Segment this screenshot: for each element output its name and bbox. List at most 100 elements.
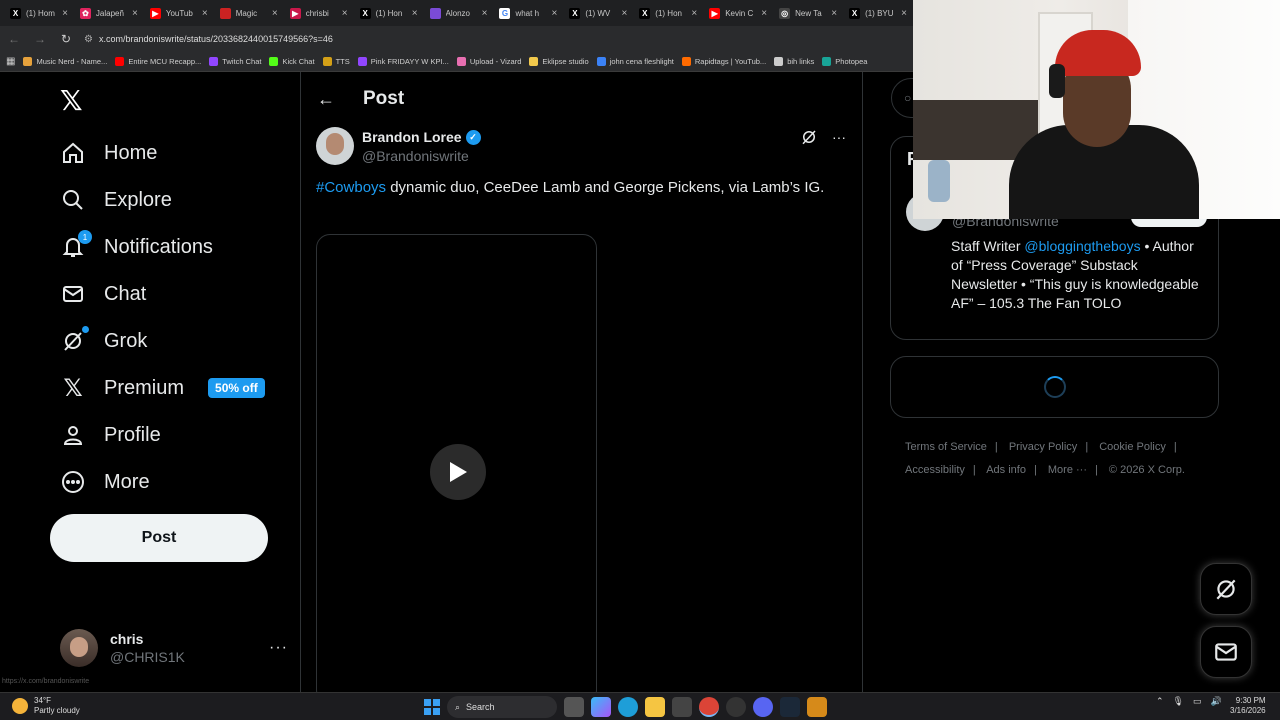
discord-icon[interactable] [753, 697, 773, 717]
back-arrow-icon[interactable]: ← [317, 89, 335, 110]
video-player[interactable] [316, 234, 597, 704]
browser-tab[interactable]: ▶ Kevin C × [703, 1, 773, 25]
browser-tab[interactable]: Magic × [214, 1, 284, 25]
bookmark-item[interactable]: john cena fleshlight [596, 57, 674, 66]
tab-close-icon[interactable]: × [691, 8, 697, 19]
bookmark-item[interactable]: TTS [322, 57, 350, 66]
bookmark-label: Music Nerd - Name... [36, 57, 108, 66]
browser-tab[interactable]: X (1) WV × [563, 1, 633, 25]
more-horizontal-icon[interactable]: ··· [269, 639, 288, 657]
bookmark-item[interactable]: Entire MCU Recapp... [115, 57, 201, 66]
windows-start-icon[interactable] [424, 699, 440, 715]
browser-tab[interactable]: Gwhat h × [493, 1, 563, 25]
url-field[interactable]: ⚙ x.com/brandoniswrite/status/2033682440… [84, 29, 913, 49]
tab-close-icon[interactable]: × [272, 8, 278, 19]
grok-fab-button[interactable] [1200, 563, 1252, 615]
site-info-icon[interactable]: ⚙ [84, 34, 93, 45]
bookmark-item[interactable]: Music Nerd - Name... [23, 57, 107, 66]
nav-item-home[interactable]: Home [60, 140, 157, 166]
nav-item-more[interactable]: More [60, 469, 150, 495]
grok-explain-icon[interactable] [800, 128, 818, 146]
nav-item-explore[interactable]: Explore [60, 187, 172, 213]
task-view-icon[interactable] [564, 697, 584, 717]
x-logo-icon[interactable]: 𝕏 [60, 86, 90, 116]
bio-mention-link[interactable]: @bloggingtheboys [1024, 238, 1140, 254]
post-button[interactable]: Post [50, 514, 268, 562]
tab-close-icon[interactable]: × [62, 8, 68, 19]
bookmark-label: Upload - Vizard [469, 57, 522, 66]
steam-icon[interactable] [780, 697, 800, 717]
browser-tab[interactable]: X (1) BYU × [843, 1, 913, 25]
footer-cookie-link[interactable]: Cookie Policy [1099, 441, 1166, 453]
browser-tab[interactable]: X (1) Hon × [354, 1, 424, 25]
bookmark-favicon-icon [322, 57, 332, 66]
file-explorer-icon[interactable] [645, 697, 665, 717]
nav-item-chat[interactable]: Chat [60, 281, 146, 307]
copilot-icon[interactable] [591, 697, 611, 717]
bookmark-item[interactable]: Eklipse studio [529, 57, 589, 66]
store-icon[interactable] [672, 697, 692, 717]
bookmark-item[interactable]: Rapidtags | YouTub... [681, 57, 766, 66]
weather-widget[interactable]: 34°F Partly cloudy [12, 696, 80, 716]
back-icon[interactable]: ← [6, 31, 22, 47]
footer-more-link[interactable]: More ··· [1048, 464, 1087, 476]
tab-close-icon[interactable]: × [901, 8, 907, 19]
notification-count-badge: 1 [78, 230, 92, 244]
browser-tab[interactable]: ▶ chrisbi × [284, 1, 354, 25]
bookmark-favicon-icon [357, 57, 367, 66]
bookmark-favicon-icon [456, 57, 466, 66]
chevron-up-icon[interactable]: ⌃ [1156, 696, 1164, 707]
tab-close-icon[interactable]: × [552, 8, 558, 19]
bookmark-item[interactable]: bih links [774, 57, 814, 66]
browser-tab[interactable]: Alonzo × [424, 1, 494, 25]
microphone-icon[interactable]: 🎙 [1173, 696, 1184, 707]
taskbar-search[interactable]: ⌕ Search [447, 696, 557, 718]
browser-tab[interactable]: X (1) Hon × [633, 1, 703, 25]
nav-item-profile[interactable]: Profile [60, 422, 161, 448]
messages-fab-button[interactable] [1200, 626, 1252, 678]
footer-terms-link[interactable]: Terms of Service [905, 441, 987, 453]
taskbar-clock[interactable]: 9:30 PM 3/16/2026 [1230, 696, 1266, 716]
apps-icon[interactable]: ▦ [6, 56, 15, 67]
tab-close-icon[interactable]: × [761, 8, 767, 19]
tab-close-icon[interactable]: × [202, 8, 208, 19]
tab-close-icon[interactable]: × [621, 8, 627, 19]
browser-tab[interactable]: ◎ New Ta × [773, 1, 843, 25]
nav-item-notifications[interactable]: 1 Notifications [60, 230, 213, 260]
author-avatar[interactable] [316, 127, 354, 165]
tab-close-icon[interactable]: × [342, 8, 348, 19]
footer-ads-link[interactable]: Ads info [986, 464, 1026, 476]
forward-icon[interactable]: → [32, 31, 48, 47]
footer-privacy-link[interactable]: Privacy Policy [1009, 441, 1077, 453]
bookmark-item[interactable]: Pink FRIDAYY W KPI... [357, 57, 449, 66]
play-button[interactable] [430, 444, 486, 500]
obs-icon[interactable] [726, 697, 746, 717]
author-name-row[interactable]: Brandon Loree ✓ [362, 129, 481, 145]
browser-tab[interactable]: ▶ YouTub × [144, 1, 214, 25]
chrome-icon[interactable] [699, 697, 719, 717]
more-options-icon[interactable]: ··· [832, 129, 846, 145]
browser-tab[interactable]: ✿ Jalapeñ × [74, 1, 144, 25]
browser-tab[interactable]: X (1) Hom × [4, 1, 74, 25]
account-switcher[interactable]: chris @CHRIS1K ··· [60, 628, 288, 668]
media-app-icon[interactable] [807, 697, 827, 717]
nav-item-premium[interactable]: 𝕏 Premium 50% off [60, 374, 265, 402]
volume-icon[interactable]: 🔊 [1211, 696, 1222, 707]
bookmark-item[interactable]: Photopea [822, 57, 867, 66]
hashtag-link[interactable]: #Cowboys [316, 179, 386, 196]
bookmark-label: Kick Chat [282, 57, 315, 66]
edge-icon[interactable] [618, 697, 638, 717]
tab-close-icon[interactable]: × [831, 8, 837, 19]
footer-accessibility-link[interactable]: Accessibility [905, 464, 965, 476]
bookmark-item[interactable]: Upload - Vizard [456, 57, 522, 66]
bookmark-item[interactable]: Kick Chat [269, 57, 315, 66]
tab-close-icon[interactable]: × [132, 8, 138, 19]
author-handle[interactable]: @Brandoniswrite [362, 148, 481, 164]
nav-item-grok[interactable]: Grok [60, 326, 147, 354]
network-icon[interactable]: ▭ [1193, 696, 1202, 707]
bookmark-item[interactable]: Twitch Chat [209, 57, 261, 66]
tab-close-icon[interactable]: × [482, 8, 488, 19]
reload-icon[interactable]: ↻ [58, 31, 74, 47]
tab-close-icon[interactable]: × [412, 8, 418, 19]
tab-label: YouTub [165, 8, 193, 18]
